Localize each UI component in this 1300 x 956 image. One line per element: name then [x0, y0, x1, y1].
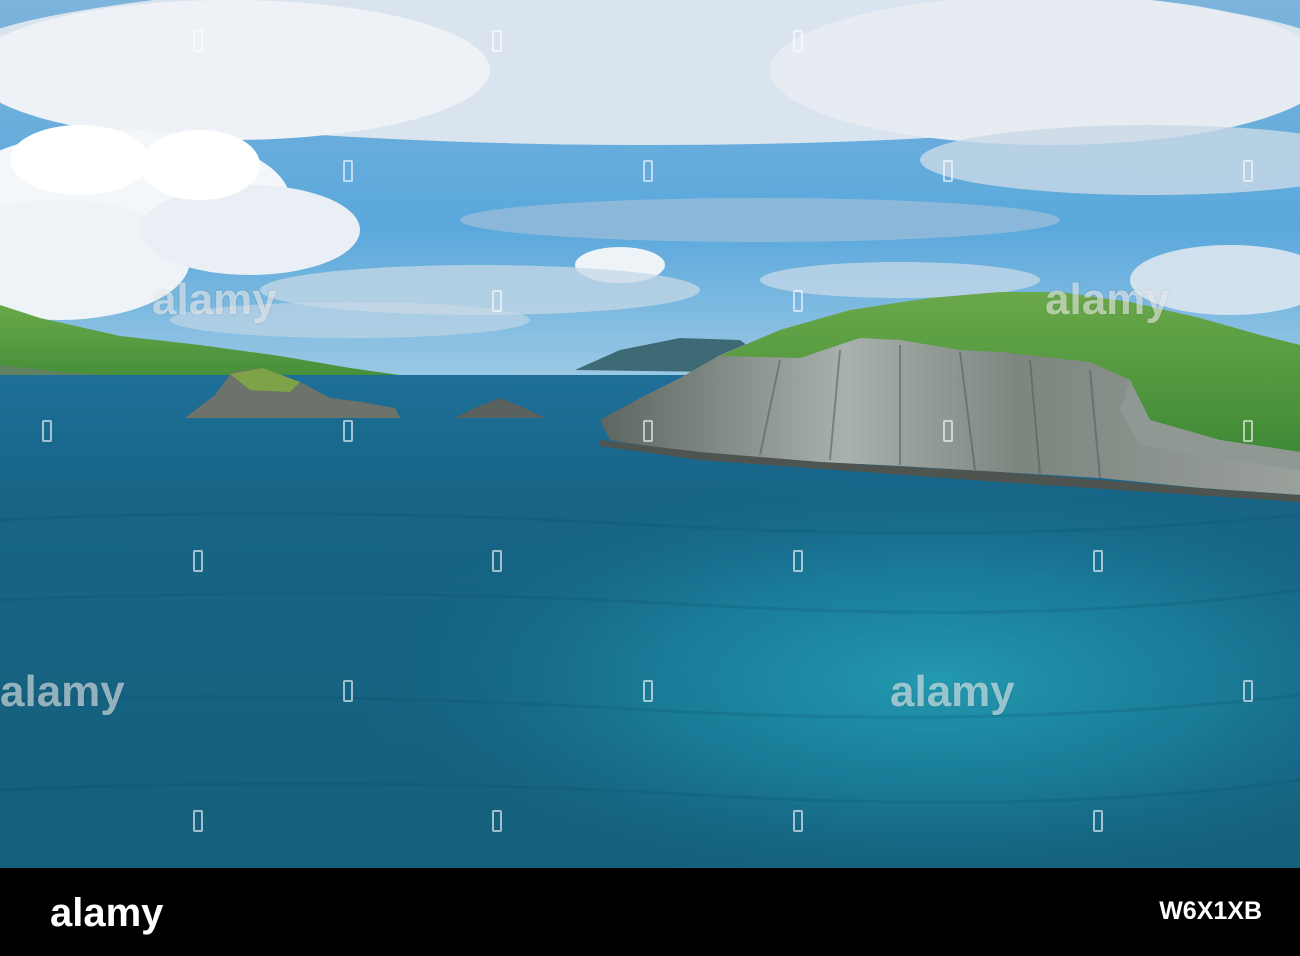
watermark-mark — [492, 290, 502, 312]
watermark-mark — [492, 810, 502, 832]
watermark-mark — [343, 420, 353, 442]
watermark-mark — [492, 30, 502, 52]
watermark-mark — [1243, 680, 1253, 702]
watermark-mark — [793, 810, 803, 832]
watermark-mark — [793, 290, 803, 312]
watermark-mark — [1093, 810, 1103, 832]
watermark-mark — [42, 160, 52, 182]
watermark-mark — [1243, 160, 1253, 182]
watermark-mark — [643, 160, 653, 182]
image-id-label: W6X1XB — [1159, 897, 1262, 925]
watermark-mark — [943, 420, 953, 442]
watermark-mark — [643, 420, 653, 442]
watermark-mark — [193, 30, 203, 52]
watermark-mark — [1243, 420, 1253, 442]
watermark-text: alamy — [890, 667, 1015, 716]
watermark-mark — [42, 420, 52, 442]
watermark-text: alamy — [0, 667, 125, 716]
watermark-mark — [643, 680, 653, 702]
watermark-mark — [343, 680, 353, 702]
watermark-text: alamy — [1045, 275, 1170, 324]
watermark-mark — [492, 550, 502, 572]
watermark-mark — [943, 160, 953, 182]
watermark-text: alamy — [152, 275, 277, 324]
watermark-mark — [1093, 550, 1103, 572]
watermark-mark — [793, 550, 803, 572]
watermark-mark — [793, 30, 803, 52]
watermark-mark — [343, 160, 353, 182]
stock-photo-canvas: alamy alamy alamy alamy alamy W6X1XB — [0, 0, 1300, 956]
watermark-mark — [193, 810, 203, 832]
watermark-mark — [193, 550, 203, 572]
